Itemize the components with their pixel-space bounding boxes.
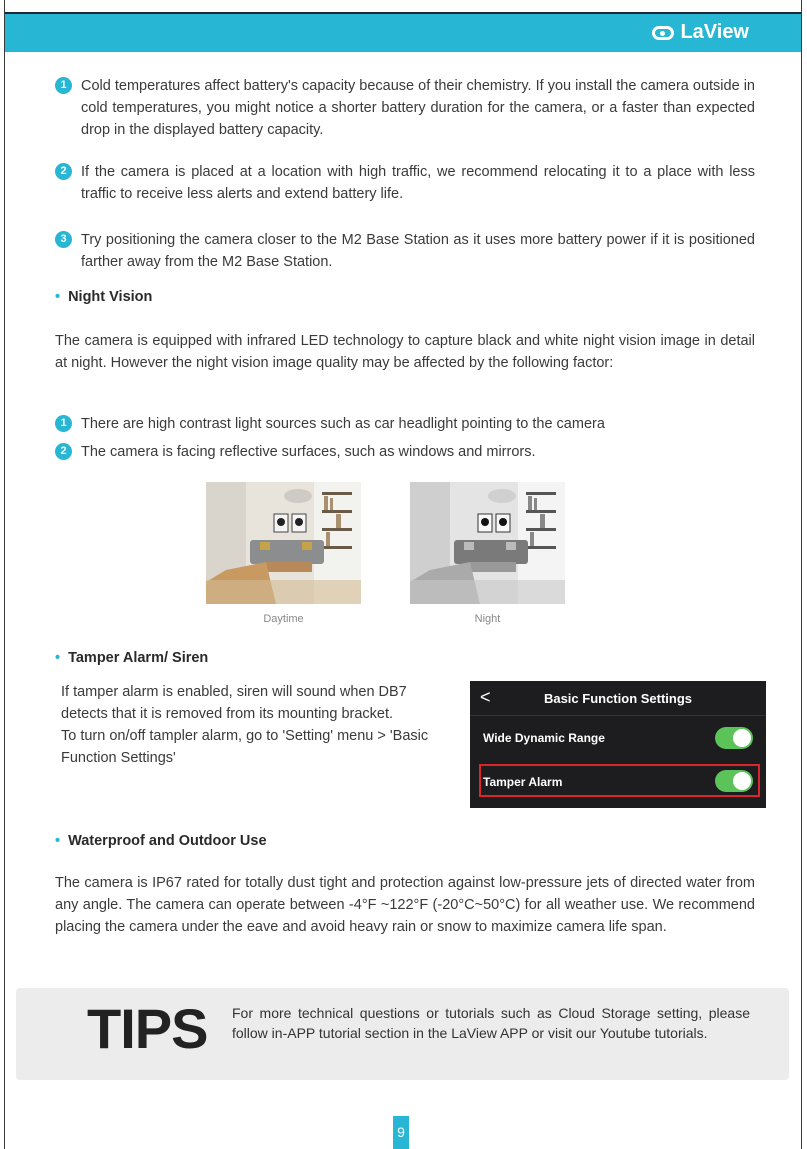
tip-text: Try positioning the camera closer to the… [81, 232, 755, 270]
battery-tip-1: 1 Cold temperatures affect battery's cap… [55, 75, 755, 141]
tips-box: TIPS For more technical questions or tut… [16, 988, 789, 1080]
page-header: LaView [5, 12, 801, 52]
night-vision-body: The camera is equipped with infrared LED… [55, 333, 755, 371]
daytime-photo [206, 482, 361, 604]
page-number: 9 [393, 1116, 409, 1149]
daytime-caption: Daytime [263, 613, 304, 625]
tamper-line-1: If tamper alarm is enabled, siren will s… [61, 684, 407, 722]
tip-text: Cold temperatures affect battery's capac… [81, 78, 755, 138]
night-caption: Night [474, 613, 501, 625]
tips-label: TIPS [87, 997, 208, 1060]
battery-tip-2: 2 If the camera is placed at a location … [55, 161, 755, 205]
tamper-alarm-toggle [715, 770, 753, 792]
brand-logo: LaView [652, 21, 749, 44]
bullet-icon: • [55, 650, 61, 666]
wide-dynamic-range-toggle [715, 727, 753, 749]
number-badge: 2 [55, 443, 72, 460]
night-vision-factor-1: 1 There are high contrast light sources … [55, 413, 755, 435]
bullet-icon: • [55, 289, 61, 305]
tamper-body: If tamper alarm is enabled, siren will s… [61, 681, 446, 769]
tips-text: For more technical questions or tutorial… [232, 1005, 750, 1041]
app-screen-title: Basic Function Settings [543, 691, 693, 706]
app-settings-screenshot: < Basic Function Settings Wide Dynamic R… [470, 681, 766, 808]
tamper-alarm-label: Tamper Alarm [483, 775, 563, 789]
tip-text: If the camera is placed at a location wi… [81, 164, 755, 202]
wide-dynamic-range-label: Wide Dynamic Range [483, 731, 605, 745]
night-vision-heading: • Night Vision [55, 289, 153, 305]
number-badge: 3 [55, 231, 72, 248]
eye-icon [652, 25, 675, 40]
number-badge: 1 [55, 77, 72, 94]
tamper-line-2: To turn on/off tampler alarm, go to 'Set… [61, 728, 429, 766]
divider [470, 715, 766, 716]
night-vision-factor-2: 2 The camera is facing reflective surfac… [55, 441, 755, 463]
waterproof-heading: • Waterproof and Outdoor Use [55, 833, 267, 849]
waterproof-body: The camera is IP67 rated for totally dus… [55, 875, 755, 935]
brand-name: LaView [680, 21, 749, 43]
number-badge: 1 [55, 415, 72, 432]
tamper-heading: • Tamper Alarm/ Siren [55, 650, 209, 666]
number-badge: 2 [55, 163, 72, 180]
night-photo [410, 482, 565, 604]
bullet-icon: • [55, 833, 61, 849]
battery-tip-3: 3 Try positioning the camera closer to t… [55, 229, 755, 273]
